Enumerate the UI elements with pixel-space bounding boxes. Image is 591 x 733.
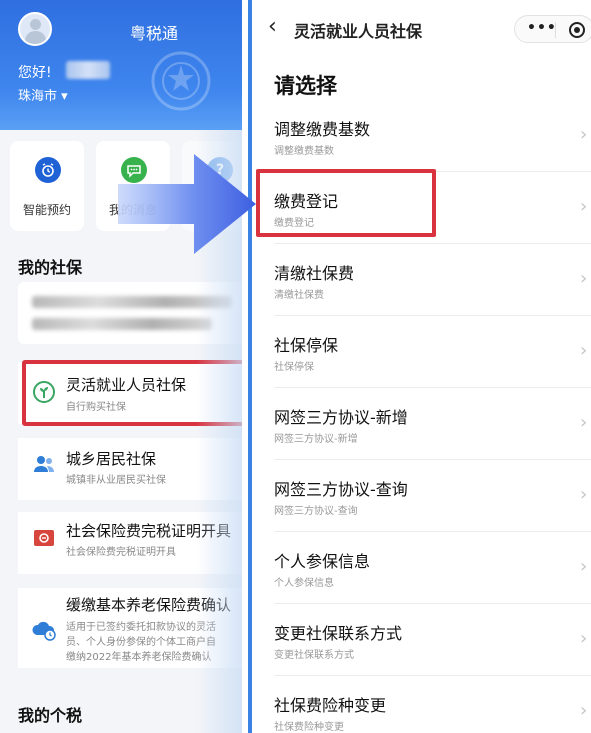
back-chevron-icon[interactable]: ‹ [268, 14, 277, 39]
option-title: 变更社保联系方式 [274, 624, 403, 643]
option-subtitle: 调整缴费基数 [274, 146, 334, 157]
option-agreement-new[interactable]: 网签三方协议-新增 网签三方协议-新增 › [274, 388, 591, 460]
option-personal-insurance-info[interactable]: 个人参保信息 个人参保信息 › [274, 532, 591, 604]
option-subtitle: 个人参保信息 [274, 578, 334, 589]
more-dots-icon[interactable]: ••• [527, 20, 557, 36]
service-desc-line: 员、个人身份参保的个体工商户自 [66, 637, 216, 648]
section-title-my-income-tax: 我的个税 [18, 706, 83, 725]
option-title: 社保停保 [274, 336, 339, 355]
chevron-right-icon: › [580, 556, 588, 577]
chevron-right-icon: › [580, 196, 588, 217]
city-name: 珠海市 [18, 89, 58, 104]
option-subtitle: 变更社保联系方式 [274, 650, 354, 661]
service-title: 城乡居民社保 [66, 450, 157, 468]
option-title: 清缴社保费 [274, 264, 355, 283]
page-heading: 请选择 [274, 74, 337, 98]
chevron-right-icon: › [580, 700, 588, 721]
service-desc-line: 适用于已签约委托扣款协议的灵活 [66, 622, 216, 633]
blurred-user-name [66, 61, 110, 79]
nav-title: 灵活就业人员社保 [294, 22, 423, 41]
cloud-clock-icon [30, 616, 58, 644]
blurred-line [32, 318, 212, 330]
option-settle-social-fees[interactable]: 清缴社保费 清缴社保费 › [274, 244, 591, 316]
left-app-screen: 粤税通 您好! 珠海市 ▾ 智能预约 我的消息 ? [0, 0, 242, 733]
left-header: 粤税通 您好! 珠海市 ▾ [0, 0, 242, 130]
option-title: 调整缴费基数 [274, 120, 371, 139]
city-caret-icon: ▾ [61, 89, 68, 104]
app-title: 粤税通 [130, 24, 179, 43]
avatar-head-shape [30, 19, 41, 30]
option-subtitle: 社保停保 [274, 362, 314, 373]
close-target-icon[interactable] [569, 22, 585, 38]
chevron-right-icon: › [580, 412, 588, 433]
option-change-insurance-type[interactable]: 社保费险种变更 社保费险种变更 › [274, 676, 591, 733]
option-subtitle: 网签三方协议-查询 [274, 506, 358, 517]
service-subtitle: 城镇非从业居民买社保 [66, 475, 166, 486]
option-agreement-query[interactable]: 网签三方协议-查询 网签三方协议-查询 › [274, 460, 591, 532]
service-subtitle: 社会保险费完税证明开具 [66, 547, 176, 558]
option-title: 网签三方协议-新增 [274, 408, 408, 427]
option-subtitle: 网签三方协议-新增 [274, 434, 358, 445]
option-subtitle: 社保费险种变更 [274, 722, 344, 733]
pointer-arrow-icon [118, 154, 256, 254]
avatar-body-shape [25, 31, 46, 44]
chevron-right-icon: › [580, 268, 588, 289]
quick-action-smart-booking[interactable]: 智能预约 [10, 141, 84, 231]
service-desc-line: 缴纳2022年基本养老保险费确认 [66, 652, 212, 663]
option-title: 个人参保信息 [274, 552, 371, 571]
chevron-right-icon: › [580, 484, 588, 505]
certificate-icon [30, 524, 58, 552]
quick-action-label: 智能预约 [22, 203, 71, 217]
option-change-contact[interactable]: 变更社保联系方式 变更社保联系方式 › [274, 604, 591, 676]
section-title-my-social-security: 我的社保 [18, 258, 83, 277]
greeting-text: 您好! [18, 65, 52, 81]
miniprogram-capsule: ••• [514, 15, 591, 43]
option-title: 社保费险种变更 [274, 696, 387, 715]
option-title: 网签三方协议-查询 [274, 480, 408, 499]
city-selector[interactable]: 珠海市 ▾ [18, 85, 68, 104]
people-icon [30, 450, 58, 478]
highlight-box-right [256, 169, 436, 237]
nav-bar: ‹ 灵活就业人员社保 ••• [252, 0, 591, 58]
option-adjust-contribution-base[interactable]: 调整缴费基数 调整缴费基数 › [274, 100, 591, 172]
alarm-clock-icon [35, 157, 61, 183]
avatar[interactable] [18, 12, 52, 46]
chevron-right-icon: › [580, 124, 588, 145]
right-app-screen: ‹ 灵活就业人员社保 ••• 请选择 调整缴费基数 调整缴费基数 › 缴费登记 … [248, 0, 591, 733]
option-subtitle: 清缴社保费 [274, 290, 324, 301]
chevron-right-icon: › [580, 628, 588, 649]
capsule-divider [555, 22, 556, 38]
chevron-right-icon: › [580, 340, 588, 361]
emblem-watermark-icon [151, 51, 211, 111]
option-stop-insurance[interactable]: 社保停保 社保停保 › [274, 316, 591, 388]
